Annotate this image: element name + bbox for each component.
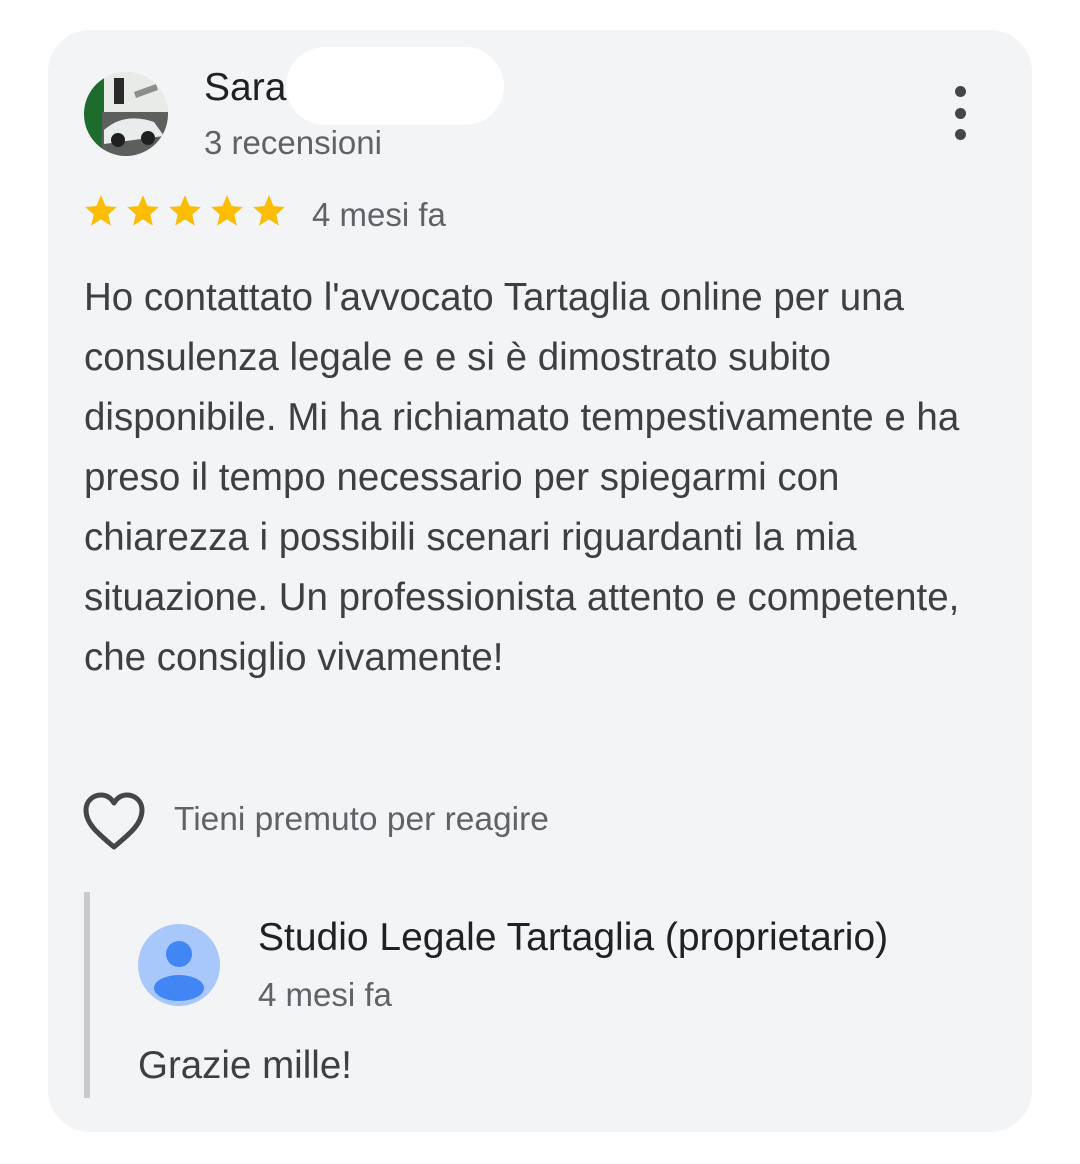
reply-time: 4 mesi fa xyxy=(258,976,392,1013)
star-icon xyxy=(85,195,117,226)
person-icon xyxy=(154,941,204,1001)
review-text: Ho contattato l'avvocato Tartaglia onlin… xyxy=(84,276,960,679)
star-icon xyxy=(127,195,159,226)
star-icon xyxy=(211,195,243,226)
reviewer-review-count[interactable]: 3 recensioni xyxy=(204,124,382,162)
reviewer-name[interactable]: Sara xyxy=(204,66,286,110)
star-icon xyxy=(253,195,285,226)
react-hint[interactable]: Tieni premuto per reagire xyxy=(174,801,549,839)
star-icon xyxy=(169,195,201,226)
reviewer-avatar[interactable] xyxy=(84,72,168,156)
more-vert-icon[interactable] xyxy=(934,80,986,146)
heart-outline-icon[interactable] xyxy=(82,792,146,852)
review-time: 4 mesi fa xyxy=(312,196,446,233)
redacted-surname-overlay xyxy=(286,47,504,125)
owner-name[interactable]: Studio Legale Tartaglia (proprietario) xyxy=(258,916,888,960)
reply-text: Grazie mille! xyxy=(138,1044,352,1087)
owner-avatar[interactable] xyxy=(138,924,220,1006)
reply-divider xyxy=(84,892,90,1098)
star-rating xyxy=(82,192,288,230)
